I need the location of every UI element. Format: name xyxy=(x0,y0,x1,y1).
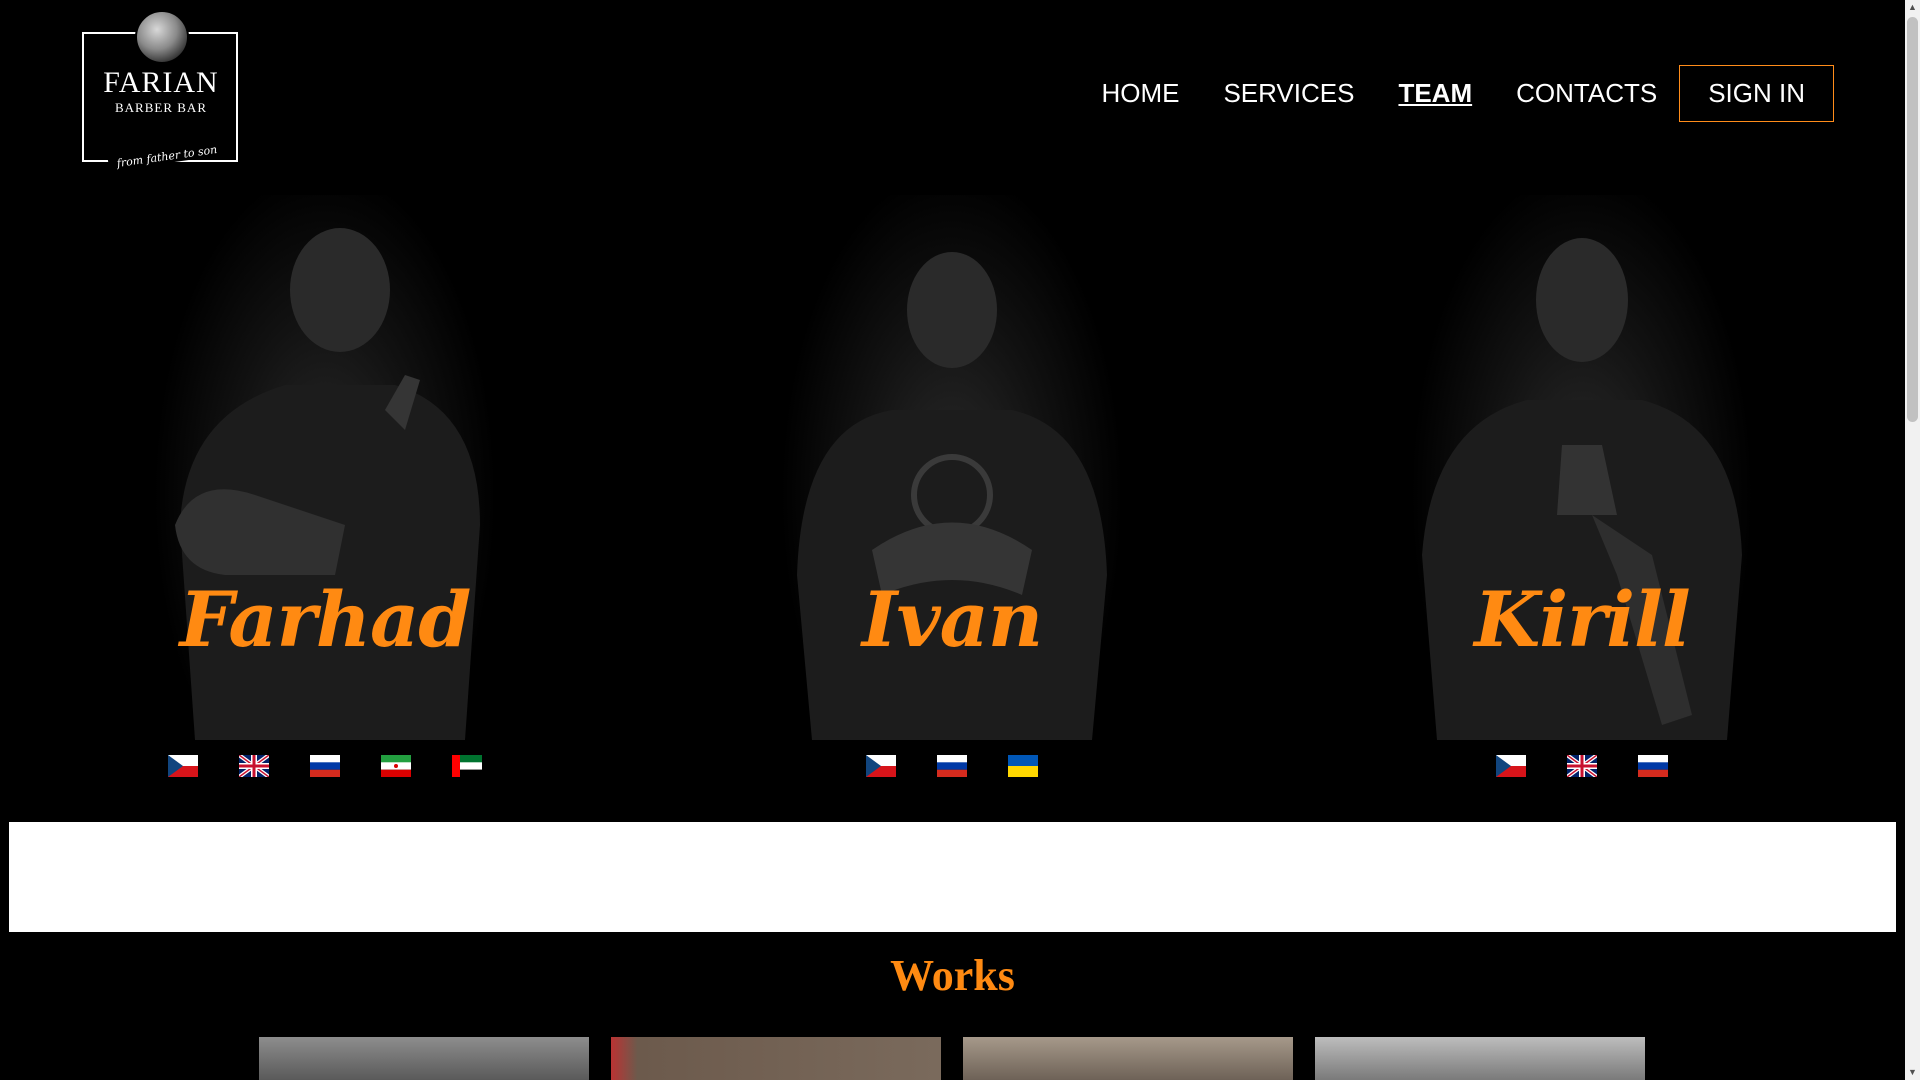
nav-services[interactable]: SERVICES xyxy=(1223,78,1354,109)
work-thumbnail[interactable] xyxy=(259,1037,589,1080)
iran-flag-icon xyxy=(381,755,411,777)
globe-icon xyxy=(135,10,189,64)
logo-subtitle: BARBER BAR xyxy=(115,100,207,115)
member-name: Kirill xyxy=(1474,575,1691,664)
scroll-up-arrow-icon[interactable]: ▲ xyxy=(1905,0,1920,15)
scroll-thumb[interactable] xyxy=(1907,17,1918,422)
sign-in-button[interactable]: SIGN IN xyxy=(1679,64,1834,122)
uae-flag-icon xyxy=(452,755,482,777)
main-nav: HOME SERVICES TEAM CONTACTS SIGN IN xyxy=(1057,64,1834,122)
language-flags xyxy=(762,755,1142,777)
works-title: Works xyxy=(890,951,1015,1000)
member-name: Ivan xyxy=(861,575,1043,664)
russia-flag-icon xyxy=(937,755,967,777)
nav-team[interactable]: TEAM xyxy=(1398,78,1472,109)
uk-flag-icon xyxy=(239,755,269,777)
scroll-down-arrow-icon[interactable]: ▼ xyxy=(1905,1065,1920,1080)
uk-flag-icon xyxy=(1567,755,1597,777)
nav-home[interactable]: HOME xyxy=(1101,78,1179,109)
member-name: Farhad xyxy=(179,575,472,664)
page-scrollbar[interactable]: ▲ ▼ xyxy=(1905,0,1920,1080)
work-thumbnail[interactable] xyxy=(1315,1037,1645,1080)
works-gallery xyxy=(259,1037,1645,1080)
team-member-farhad[interactable]: Farhad xyxy=(135,195,515,795)
logo[interactable]: FARIAN BARBER BAR from father to son xyxy=(80,10,242,172)
team-section: Farhad Ivan Kirill xyxy=(0,195,1905,795)
white-band xyxy=(9,822,1896,932)
language-flags xyxy=(135,755,515,777)
russia-flag-icon xyxy=(310,755,340,777)
team-member-kirill[interactable]: Kirill xyxy=(1392,195,1772,795)
czech-flag-icon xyxy=(866,755,896,777)
czech-flag-icon xyxy=(1496,755,1526,777)
team-member-ivan[interactable]: Ivan xyxy=(762,195,1142,795)
czech-flag-icon xyxy=(168,755,198,777)
ukraine-flag-icon xyxy=(1008,755,1038,777)
work-thumbnail[interactable] xyxy=(963,1037,1293,1080)
work-thumbnail[interactable] xyxy=(611,1037,941,1080)
logo-name: FARIAN xyxy=(103,66,219,99)
nav-contacts[interactable]: CONTACTS xyxy=(1516,78,1657,109)
language-flags xyxy=(1392,755,1772,777)
russia-flag-icon xyxy=(1638,755,1668,777)
